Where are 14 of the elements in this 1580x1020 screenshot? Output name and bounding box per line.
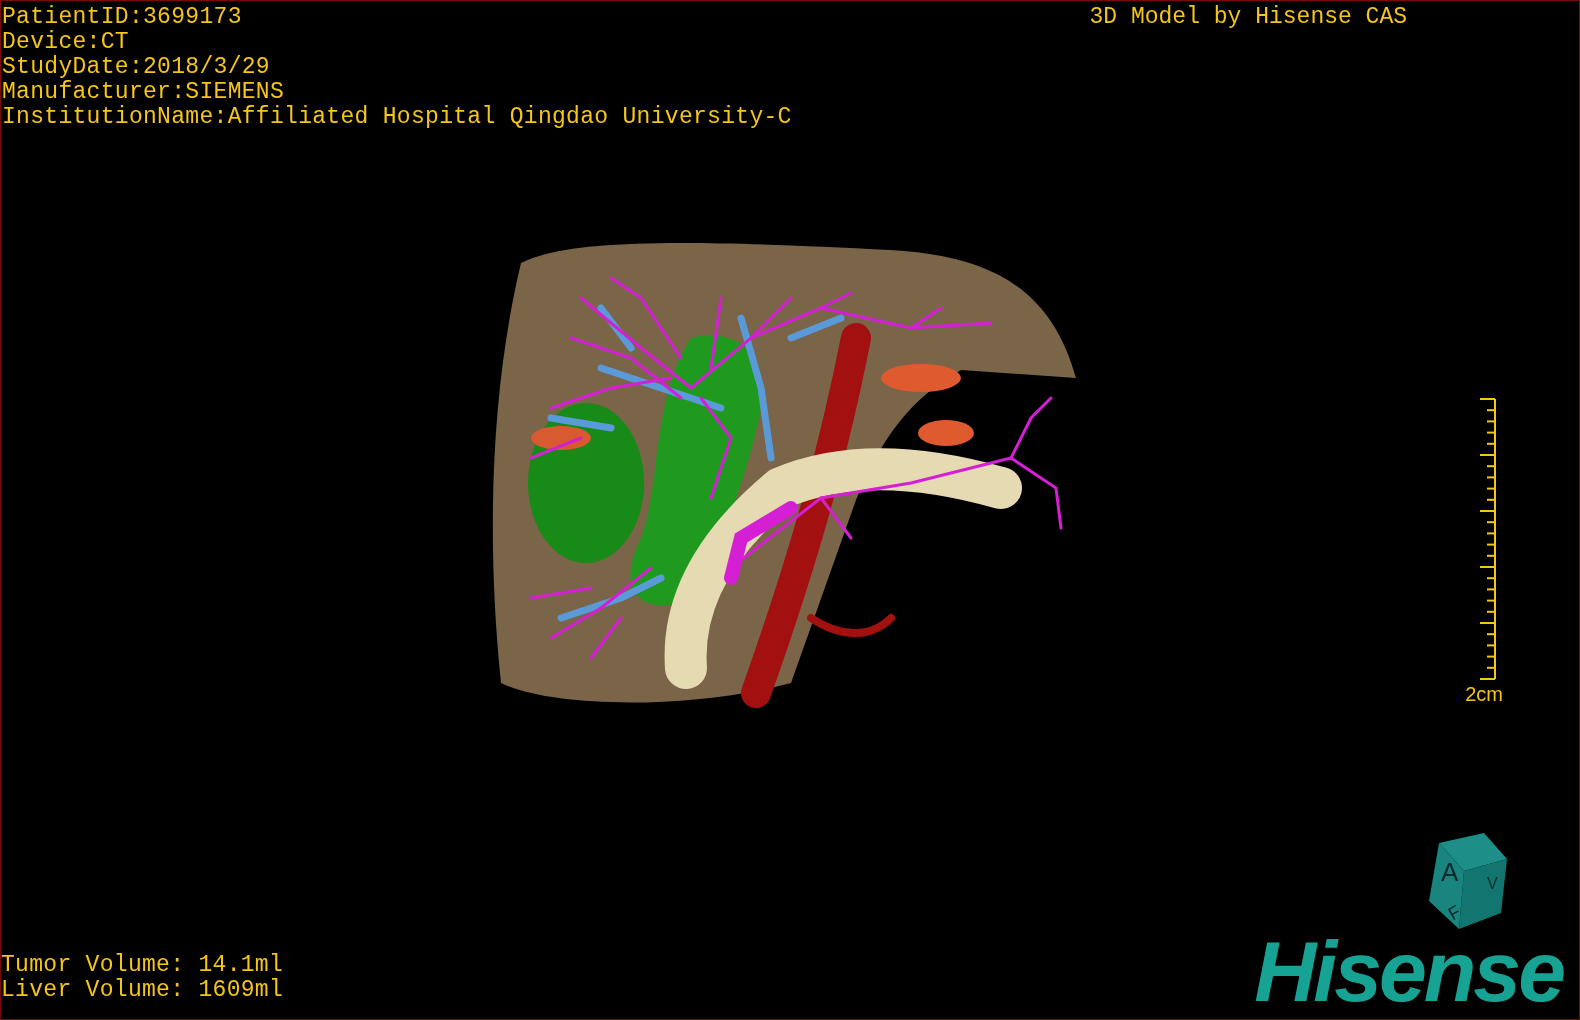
volume-text: Liver Volume: 1609ml bbox=[1, 978, 284, 1003]
cube-face-label: V bbox=[1487, 875, 1498, 892]
cube-face-label: A bbox=[1441, 857, 1459, 887]
patient-info-text: PatientID:3699173 bbox=[2, 5, 243, 30]
brand-logo: Hisense bbox=[1254, 931, 1565, 1019]
scale-label: 2cm bbox=[1465, 682, 1503, 706]
view-title: 3D Model by Hisense CAS bbox=[1089, 5, 1407, 30]
volume-text: Tumor Volume: 14.1ml bbox=[1, 953, 284, 978]
patient-info-text: StudyDate:2018/3/29 bbox=[2, 55, 271, 80]
cube-face-label: F bbox=[1444, 901, 1465, 925]
patient-info-text: InstitutionName:Affiliated Hospital Qingdao University-C bbox=[2, 105, 792, 130]
patient-info-text: Manufacturer:SIEMENS bbox=[2, 80, 286, 105]
orientation-cube-drawing[interactable] bbox=[1429, 833, 1507, 929]
patient-info-text: Device:CT bbox=[2, 30, 130, 55]
